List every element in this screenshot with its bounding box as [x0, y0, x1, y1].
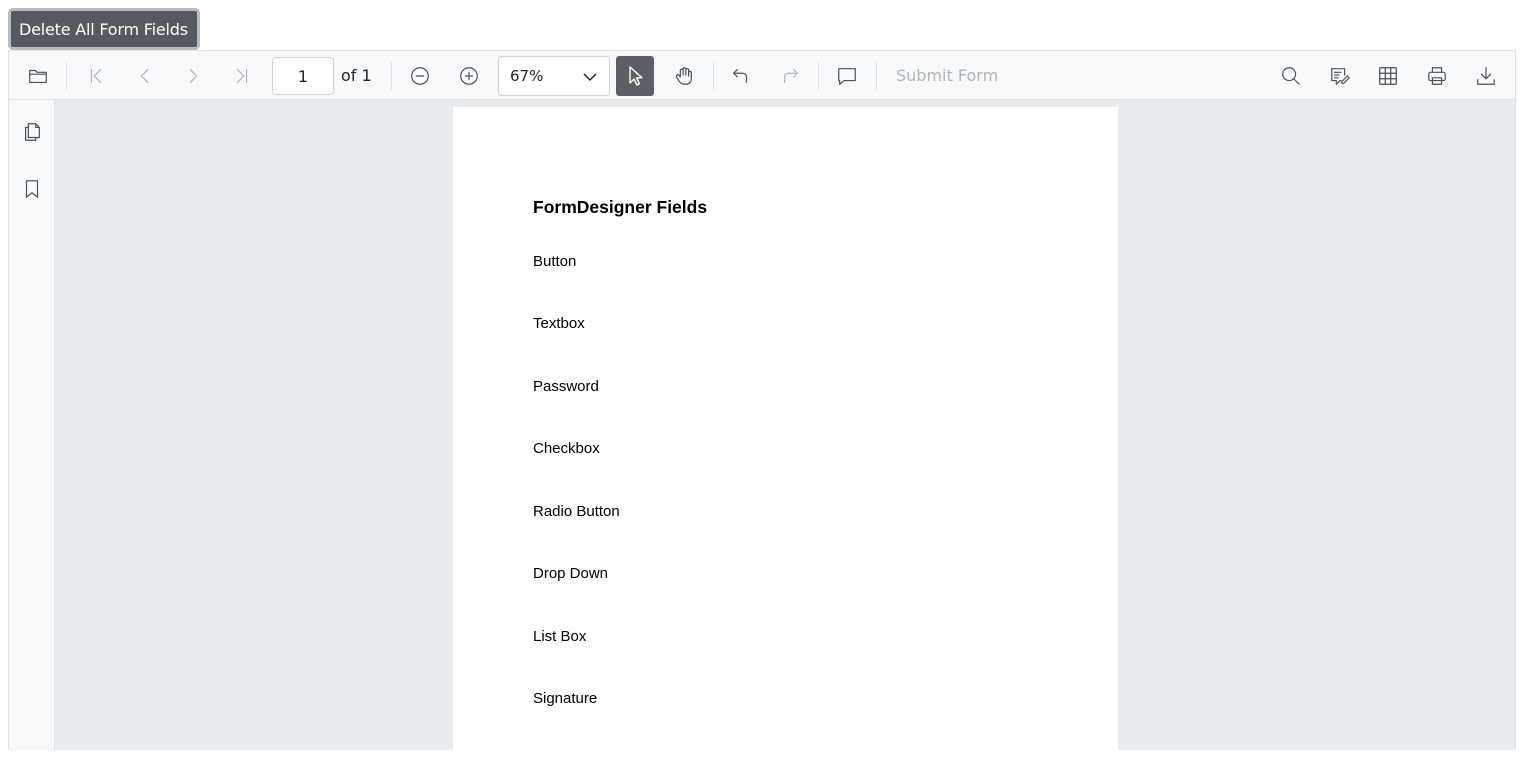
document-title: FormDesigner Fields	[533, 197, 708, 217]
form-field-label: List Box	[533, 628, 587, 645]
selection-pointer-icon[interactable]	[616, 56, 654, 96]
toolbar-separator	[713, 62, 714, 90]
annotation-edit-icon[interactable]	[1324, 60, 1356, 92]
zoom-out-icon[interactable]	[404, 60, 436, 92]
form-field-label: Password	[533, 378, 599, 395]
comment-icon[interactable]	[831, 60, 863, 92]
undo-icon[interactable]	[725, 60, 757, 92]
search-icon[interactable]	[1275, 60, 1307, 92]
print-icon[interactable]	[1421, 60, 1453, 92]
form-field-label: Textbox	[533, 315, 585, 332]
redo-icon[interactable]	[774, 60, 806, 92]
form-designer-icon[interactable]	[1372, 60, 1404, 92]
previous-page-icon[interactable]	[129, 60, 161, 92]
page-total-label: of 1	[341, 66, 372, 85]
form-field-label: Button	[533, 253, 577, 270]
toolbar-separator	[818, 62, 819, 90]
bookmark-icon[interactable]	[18, 175, 46, 203]
form-field-label: Drop Down	[533, 565, 609, 582]
last-page-icon[interactable]	[226, 60, 258, 92]
pdf-viewer: of 1 67% Submit Fo	[8, 50, 1516, 757]
zoom-value: 67%	[510, 67, 544, 85]
next-page-icon[interactable]	[177, 60, 209, 92]
top-area: Delete All Form Fields	[0, 0, 1528, 50]
toolbar-separator	[66, 62, 67, 90]
toolbar: of 1 67% Submit Fo	[9, 51, 1515, 100]
form-field-label: Radio Button	[533, 503, 620, 520]
zoom-dropdown[interactable]: 67%	[498, 56, 610, 96]
toolbar-separator	[876, 62, 877, 90]
page-thumbnails-icon[interactable]	[18, 118, 46, 146]
first-page-icon[interactable]	[80, 60, 112, 92]
chevron-down-icon	[581, 68, 599, 86]
toolbar-separator	[391, 62, 392, 90]
form-field-label: Signature	[533, 690, 598, 707]
pan-hand-icon[interactable]	[668, 60, 700, 92]
page-number-input[interactable]	[272, 57, 334, 95]
navigation-sidebar	[9, 100, 55, 751]
download-icon[interactable]	[1470, 60, 1502, 92]
pdf-page: FormDesigner Fields Button Textbox Passw…	[453, 107, 1118, 757]
submit-form-button[interactable]: Submit Form	[896, 66, 998, 85]
form-field-label: Checkbox	[533, 440, 600, 457]
open-folder-icon[interactable]	[22, 60, 54, 92]
zoom-in-icon[interactable]	[453, 60, 485, 92]
delete-all-form-fields-button[interactable]: Delete All Form Fields	[8, 8, 200, 50]
